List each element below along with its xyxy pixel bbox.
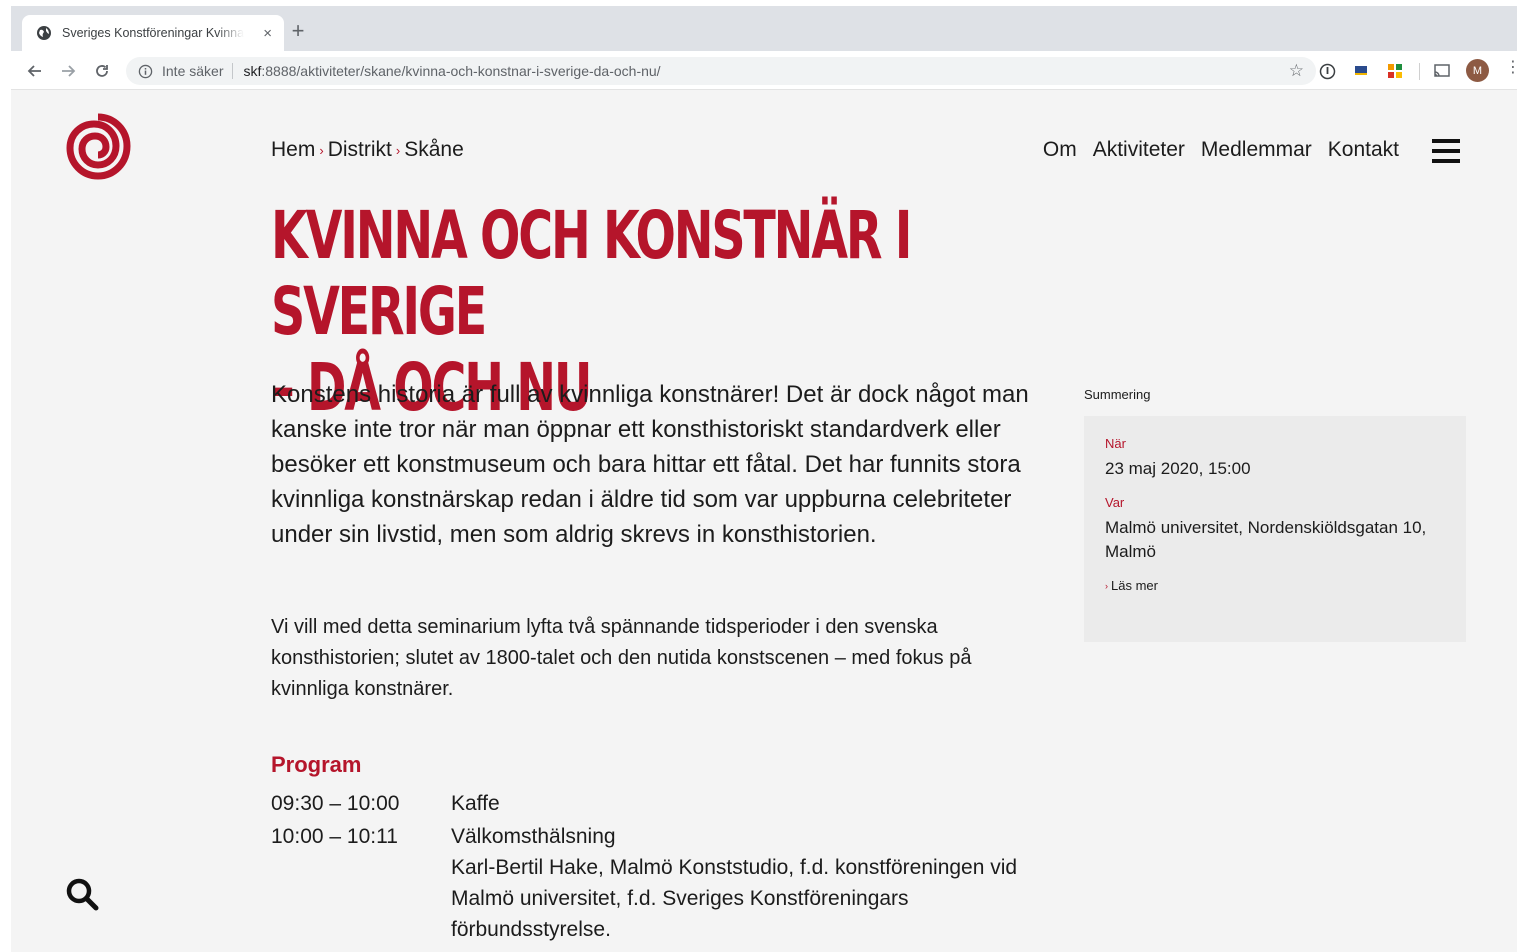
breadcrumb-home-link[interactable]: Hem xyxy=(271,138,315,162)
profile-avatar[interactable]: M xyxy=(1466,59,1489,82)
tab-strip: Sveriges Konstföreningar Kvinna och kons… xyxy=(11,6,1517,51)
program-row: 10:00 – 10:11 Välkomsthälsning Karl-Bert… xyxy=(271,821,1041,945)
screen-extension-icon[interactable] xyxy=(1351,61,1371,81)
program-description: Kaffe xyxy=(451,792,500,815)
nav-item-aktiviteter[interactable]: Aktiviteter xyxy=(1093,138,1185,162)
program-row: 09:30 – 10:00 Kaffe xyxy=(271,788,1041,819)
summary-label: Summering xyxy=(1084,387,1151,402)
url-path: :8888/aktiviteter/skane/kvinna-och-konst… xyxy=(261,63,661,79)
colorful-extension-icon[interactable] xyxy=(1385,61,1405,81)
spiral-logo-icon[interactable] xyxy=(65,110,131,182)
read-more-link[interactable]: › Läs mer xyxy=(1105,578,1446,593)
toolbar-divider xyxy=(1419,63,1420,80)
bookmark-star-icon[interactable]: ☆ xyxy=(1289,62,1304,79)
lead-paragraph: Konstens historia är full av kvinnliga k… xyxy=(271,381,1029,548)
where-value: Malmö universitet, Nordenskiöldsgatan 10… xyxy=(1105,518,1427,561)
hamburger-menu-icon[interactable] xyxy=(1432,137,1460,165)
browser-tab[interactable]: Sveriges Konstföreningar Kvinna och kons… xyxy=(22,15,284,51)
program-description: Välkomsthälsning Karl-Bertil Hake, Malmö… xyxy=(451,825,1018,941)
program-time: 10:00 – 10:11 xyxy=(271,825,398,848)
url-host: skf xyxy=(243,63,262,79)
when-value: 23 maj 2020, 15:00 xyxy=(1105,459,1251,478)
program-time: 09:30 – 10:00 xyxy=(271,792,400,815)
hamburger-line xyxy=(1432,149,1460,153)
url-text[interactable]: skf:8888/aktiviteter/skane/kvinna-och-ko… xyxy=(243,63,660,79)
reload-icon[interactable] xyxy=(91,60,113,82)
page-title-line-1: KVINNA OCH KONSTNÄR I SVERIGE xyxy=(271,197,912,350)
search-icon[interactable] xyxy=(64,876,100,912)
main-nav: Om Aktiviteter Medlemmar Kontakt xyxy=(1043,138,1399,162)
breadcrumb-district-link[interactable]: Distrikt xyxy=(328,138,392,162)
forward-arrow-icon[interactable] xyxy=(57,60,79,82)
browser-menu-icon[interactable]: ⋮ xyxy=(1505,60,1517,76)
program-heading: Program xyxy=(271,752,362,777)
address-divider xyxy=(232,63,234,79)
web-page: Hem › Distrikt › Skåne Om Aktiviteter Me… xyxy=(11,90,1517,952)
breadcrumb-separator-icon: › xyxy=(319,142,324,158)
new-tab-button[interactable]: + xyxy=(286,20,310,42)
nav-item-medlemmar[interactable]: Medlemmar xyxy=(1201,138,1312,162)
tab-title: Sveriges Konstföreningar Kvinna och kons… xyxy=(62,26,244,40)
breadcrumb-separator-icon: › xyxy=(395,142,401,158)
hamburger-line xyxy=(1432,159,1460,163)
browser-chrome: Sveriges Konstföreningar Kvinna och kons… xyxy=(11,6,1517,90)
where-label: Var xyxy=(1105,495,1125,510)
read-more-label: Läs mer xyxy=(1111,578,1158,593)
chevron-right-icon: › xyxy=(1105,580,1108,591)
nav-item-om[interactable]: Om xyxy=(1043,138,1077,162)
address-bar[interactable]: Inte säker skf:8888/aktiviteter/skane/kv… xyxy=(126,57,1316,85)
program-list: 09:30 – 10:00 Kaffe 10:00 – 10:11 Välkom… xyxy=(271,788,1041,947)
security-label: Inte säker xyxy=(162,63,224,79)
nav-item-kontakt[interactable]: Kontakt xyxy=(1328,138,1399,162)
password-extension-icon[interactable] xyxy=(1317,61,1337,81)
back-arrow-icon[interactable] xyxy=(24,60,46,82)
cast-icon[interactable] xyxy=(1432,61,1452,81)
breadcrumb: Hem › Distrikt › Skåne xyxy=(271,138,464,162)
when-label: När xyxy=(1105,436,1126,451)
hamburger-line xyxy=(1432,139,1460,143)
summary-box: När 23 maj 2020, 15:00 Var Malmö univers… xyxy=(1084,416,1466,642)
globe-icon xyxy=(37,26,51,40)
browser-toolbar: Inte säker skf:8888/aktiviteter/skane/kv… xyxy=(11,51,1517,90)
close-tab-icon[interactable]: × xyxy=(263,26,272,41)
breadcrumb-skane-link[interactable]: Skåne xyxy=(404,138,464,162)
body-paragraph: Vi vill med detta seminarium lyfta två s… xyxy=(271,616,972,700)
info-icon[interactable] xyxy=(138,64,153,79)
